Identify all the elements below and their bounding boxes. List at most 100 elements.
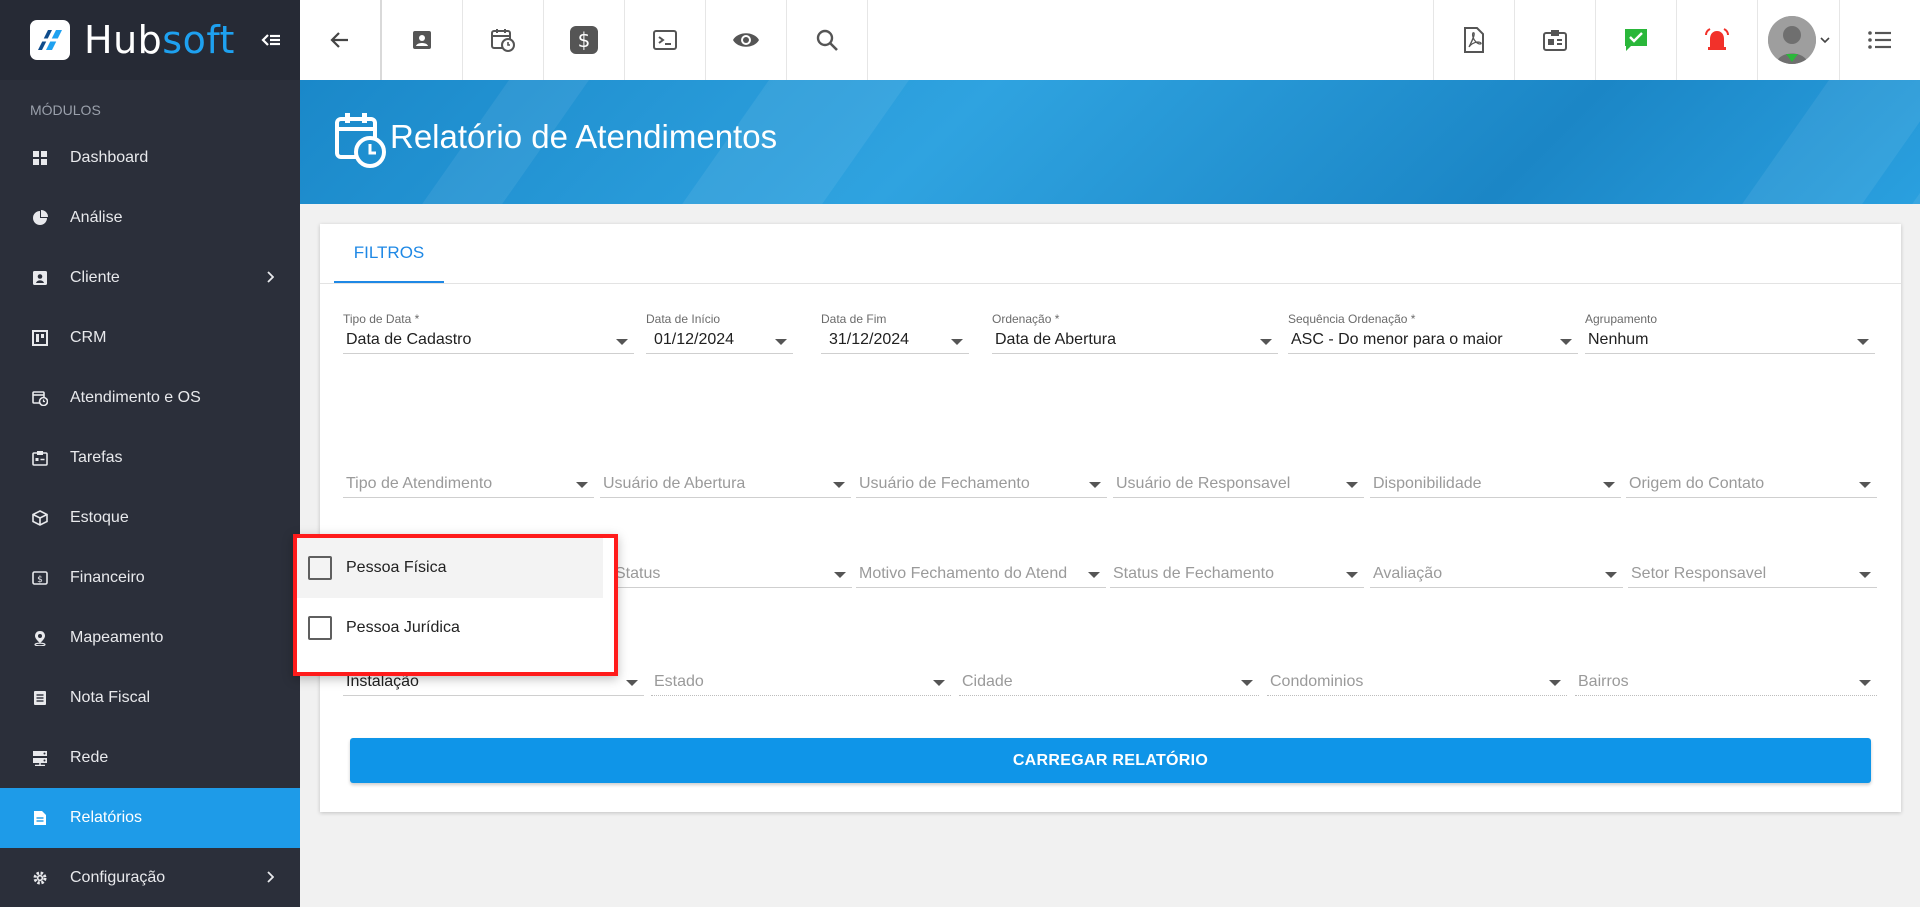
data-fim-field[interactable]: Data de Fim 31/12/2024 (821, 312, 969, 354)
tipo-atendimento-select[interactable]: Tipo de Atendimento (343, 470, 594, 498)
caret-down-icon (775, 339, 787, 345)
contact-card-icon (32, 270, 48, 286)
caret-down-icon (1560, 339, 1572, 345)
field-value: Data de Abertura (992, 326, 1278, 354)
avaliacao-select[interactable]: Avaliação (1370, 560, 1623, 588)
setor-responsavel-select[interactable]: Setor Responsavel (1628, 560, 1877, 588)
sidebar-item-estoque[interactable]: Estoque (0, 488, 300, 548)
usuario-fechamento-select[interactable]: Usuário de Fechamento (856, 470, 1107, 498)
field-placeholder: Usuário de Fechamento (856, 470, 1107, 498)
field-value: ASC - Do menor para o maior (1288, 326, 1578, 354)
calendar-clock-icon (491, 29, 515, 52)
calendar-clock-icon (335, 113, 386, 168)
badge-button[interactable] (1514, 0, 1595, 80)
pdf-button[interactable] (1433, 0, 1514, 80)
eye-icon (733, 33, 759, 47)
caret-down-icon (1346, 572, 1358, 578)
attendance-button[interactable] (463, 0, 544, 80)
field-label: Agrupamento (1585, 312, 1658, 326)
caret-down-icon (1088, 572, 1100, 578)
usuario-responsavel-select[interactable]: Usuário de Responsavel (1113, 470, 1364, 498)
usuario-abertura-select[interactable]: Usuário de Abertura (600, 470, 851, 498)
field-placeholder: Bairros (1575, 668, 1877, 696)
field-placeholder: Condominios (1267, 668, 1567, 696)
chevron-down-icon (1819, 37, 1830, 44)
field-label: Sequência Ordenação * (1288, 312, 1416, 326)
data-inicio-field[interactable]: Data de Início 01/12/2024 (646, 312, 793, 354)
field-placeholder: Cidade (959, 668, 1259, 696)
sidebar-item-label: Análise (70, 209, 123, 226)
caret-down-icon (833, 482, 845, 488)
field-value: Data de Cadastro (343, 326, 634, 354)
sidebar-item-label: Configuração (70, 869, 166, 886)
sidebar-item-configuracao[interactable]: Configuração (0, 848, 300, 907)
motivo-fechamento-select[interactable]: Motivo Fechamento do Atend (856, 560, 1106, 588)
search-icon (816, 29, 838, 51)
menu-button[interactable] (1839, 0, 1920, 80)
sidebar-item-label: Relatórios (70, 809, 143, 826)
estado-select[interactable]: Estado (651, 668, 951, 696)
sidebar-item-rede[interactable]: Rede (0, 728, 300, 788)
sidebar-item-label: Financeiro (70, 569, 145, 586)
calendar-clock-icon (32, 390, 48, 406)
search-button[interactable] (787, 0, 868, 80)
tipo-de-data-select[interactable]: Tipo de Data * Data de Cadastro (343, 312, 634, 354)
crm-board-icon (32, 330, 48, 346)
messages-button[interactable] (1595, 0, 1676, 80)
load-report-button[interactable]: CARREGAR RELATÓRIO (350, 738, 1871, 783)
sidebar-item-financeiro[interactable]: $ Financeiro (0, 548, 300, 608)
field-placeholder: Usuário de Responsavel (1113, 470, 1364, 498)
chat-check-icon (1625, 29, 1647, 51)
field-value: Nenhum (1585, 326, 1875, 354)
tab-filtros[interactable]: FILTROS (334, 224, 444, 283)
field-value: 01/12/2024 (646, 326, 793, 354)
sidebar-item-label: Rede (70, 749, 109, 766)
field-placeholder: Setor Responsavel (1628, 560, 1877, 588)
pdf-icon (1464, 27, 1484, 53)
topbar: $ (300, 0, 1920, 80)
ordenacao-select[interactable]: Ordenação * Data de Abertura (992, 312, 1278, 354)
disponibilidade-select[interactable]: Disponibilidade (1370, 470, 1621, 498)
field-label: Ordenação * (992, 312, 1060, 326)
user-menu-button[interactable] (1757, 0, 1839, 80)
option-pessoa-juridica[interactable]: Pessoa Jurídica (293, 598, 603, 658)
option-pessoa-fisica[interactable]: Pessoa Física (293, 538, 603, 598)
sidebar-item-label: Tarefas (70, 449, 123, 466)
caret-down-icon (933, 680, 945, 686)
sidebar-item-label: Nota Fiscal (70, 689, 151, 706)
caret-down-icon (616, 339, 628, 345)
cidade-select[interactable]: Cidade (959, 668, 1259, 696)
sidebar-item-mapeamento[interactable]: Mapeamento (0, 608, 300, 668)
finance-button[interactable]: $ (544, 0, 625, 80)
sidebar-item-label: Atendimento e OS (70, 389, 201, 406)
sequencia-ordenacao-select[interactable]: Sequência Ordenação * ASC - Do menor par… (1288, 312, 1578, 354)
checkbox[interactable] (308, 616, 332, 640)
box-icon (32, 510, 48, 526)
sidebar-item-analise[interactable]: Análise (0, 188, 300, 248)
back-button[interactable] (300, 0, 382, 80)
terminal-button[interactable] (625, 0, 706, 80)
alerts-button[interactable] (1676, 0, 1757, 80)
checkbox[interactable] (308, 556, 332, 580)
agrupamento-select[interactable]: Agrupamento Nenhum (1585, 312, 1875, 354)
field-placeholder: Motivo Fechamento do Atend (856, 560, 1106, 588)
sidebar-item-cliente[interactable]: Cliente (0, 248, 300, 308)
field-placeholder: Origem do Contato (1626, 470, 1877, 498)
bairros-select[interactable]: Bairros (1575, 668, 1877, 696)
sidebar-item-crm[interactable]: CRM (0, 308, 300, 368)
condominios-select[interactable]: Condominios (1267, 668, 1567, 696)
collapse-sidebar-button[interactable] (258, 27, 284, 53)
origem-contato-select[interactable]: Origem do Contato (1626, 470, 1877, 498)
sidebar-item-nota-fiscal[interactable]: Nota Fiscal (0, 668, 300, 728)
view-button[interactable] (706, 0, 787, 80)
sidebar-item-atendimento-e-os[interactable]: Atendimento e OS (0, 368, 300, 428)
sidebar-item-dashboard[interactable]: Dashboard (0, 128, 300, 188)
sidebar-item-relatorios[interactable]: Relatórios (0, 788, 300, 848)
server-icon (32, 750, 48, 766)
status-fechamento-select[interactable]: Status de Fechamento (1110, 560, 1364, 588)
clients-button[interactable] (382, 0, 463, 80)
tab-divider (320, 283, 1901, 284)
sidebar-item-tarefas[interactable]: Tarefas (0, 428, 300, 488)
nav-list: Dashboard Análise Cliente CRM Atendimento e … (0, 128, 300, 907)
status-select[interactable]: Status (612, 560, 852, 588)
